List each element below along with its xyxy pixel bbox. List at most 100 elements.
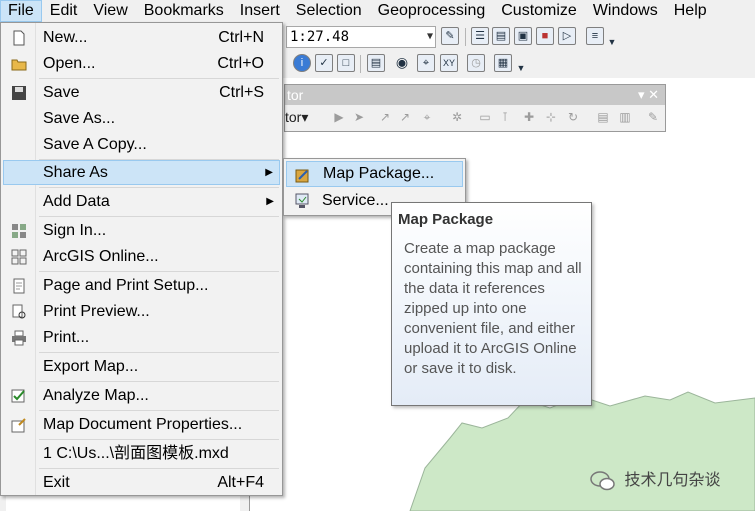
menu-item-label: Share As: [43, 164, 108, 181]
map-scale-combobox[interactable]: 1:27.48 ▼: [286, 26, 436, 48]
file-menu-exit[interactable]: Exit Alt+F4: [3, 470, 280, 496]
file-menu-add-data[interactable]: Add Data ▶: [3, 189, 280, 215]
file-menu-save[interactable]: Save Ctrl+S: [3, 80, 280, 106]
file-menu-arcgis-online[interactable]: ArcGIS Online...: [3, 244, 280, 270]
menu-separator: [39, 410, 279, 411]
measure-icon[interactable]: ▤: [367, 54, 385, 72]
file-menu-save-as[interactable]: Save As...: [3, 106, 280, 132]
file-menu-open[interactable]: Open... Ctrl+O: [3, 51, 280, 77]
menu-item-label: Print...: [43, 329, 90, 346]
menu-geoprocessing[interactable]: Geoprocessing: [370, 0, 494, 22]
python-window-icon[interactable]: ▷: [558, 27, 576, 45]
submenu-map-package[interactable]: Map Package...: [286, 161, 463, 187]
reshape-icon[interactable]: ⊺: [497, 109, 513, 125]
file-menu: New... Ctrl+N Open... Ctrl+O Save Ctrl+S…: [0, 22, 283, 496]
printer-icon: [12, 330, 26, 346]
create-viewer-icon[interactable]: ▦: [494, 54, 512, 72]
straight-segment-icon[interactable]: ↗: [377, 109, 393, 125]
model-builder-icon[interactable]: ≡: [586, 27, 604, 45]
file-menu-export-map[interactable]: Export Map...: [3, 354, 280, 380]
submenu-arrow-icon: ▶: [266, 196, 274, 207]
menu-customize[interactable]: Customize: [493, 0, 585, 22]
editor-toolbar-icon[interactable]: ✎: [441, 27, 459, 45]
analyze-map-icon: [11, 389, 25, 403]
point-icon[interactable]: ✲: [449, 109, 465, 125]
file-menu-print[interactable]: Print...: [3, 325, 280, 351]
submenu-arrow-icon: ▶: [265, 167, 273, 178]
menu-separator: [39, 352, 279, 353]
menu-separator: [39, 468, 279, 469]
menu-file[interactable]: File: [0, 0, 42, 22]
arctoolbox-icon[interactable]: ■: [536, 27, 554, 45]
menu-edit[interactable]: Edit: [42, 0, 86, 22]
xy-icon[interactable]: XY: [440, 54, 458, 72]
menu-insert[interactable]: Insert: [232, 0, 288, 22]
menu-windows[interactable]: Windows: [585, 0, 666, 22]
edit-annotation-icon[interactable]: ➤: [351, 109, 367, 125]
file-menu-sign-in[interactable]: Sign In...: [3, 218, 280, 244]
rotate-icon[interactable]: ↻: [565, 109, 581, 125]
split-icon[interactable]: ⊹: [543, 109, 559, 125]
menu-item-label: Print Preview...: [43, 303, 150, 320]
menu-help[interactable]: Help: [666, 0, 715, 22]
file-menu-new[interactable]: New... Ctrl+N: [3, 25, 280, 51]
menu-item-label: Map Package...: [323, 165, 435, 182]
menu-separator: [39, 439, 279, 440]
end-point-arc-icon[interactable]: ↗: [397, 109, 413, 125]
edit-tool-icon[interactable]: ▶: [331, 109, 347, 125]
file-menu-analyze-map[interactable]: Analyze Map...: [3, 383, 280, 409]
menu-item-label: Exit: [43, 474, 70, 491]
trace-icon[interactable]: ⌖: [419, 109, 435, 125]
menu-separator: [39, 271, 279, 272]
time-slider-icon[interactable]: ◷: [467, 54, 485, 72]
menu-view[interactable]: View: [85, 0, 135, 22]
attributes-icon[interactable]: ▤: [595, 109, 611, 125]
file-menu-page-print-setup[interactable]: Page and Print Setup...: [3, 273, 280, 299]
print-preview-icon: [12, 304, 26, 319]
menu-separator: [39, 78, 279, 79]
binoculars-icon[interactable]: ◉: [393, 54, 411, 72]
editor-dropdown[interactable]: tor▾: [285, 109, 308, 126]
find-icon[interactable]: ✓: [315, 54, 333, 72]
menu-item-label: Page and Print Setup...: [43, 277, 209, 294]
go-to-xy-icon[interactable]: ⌖: [417, 54, 435, 72]
menu-separator: [39, 216, 279, 217]
page-setup-icon: [13, 278, 25, 294]
menu-item-label: New...: [43, 29, 88, 46]
edit-vertices-icon[interactable]: ▭: [477, 109, 493, 125]
menu-item-label: 1 C:\Us...\剖面图模板.mxd: [43, 445, 229, 462]
toolbar-separator: [360, 55, 361, 73]
menu-bookmarks[interactable]: Bookmarks: [136, 0, 232, 22]
map-scale-value: 1:27.48: [290, 29, 350, 45]
menu-item-label: Sign In...: [43, 222, 107, 239]
identify-icon[interactable]: i: [293, 54, 311, 72]
file-menu-recent-file[interactable]: 1 C:\Us...\剖面图模板.mxd: [3, 441, 280, 467]
file-menu-print-preview[interactable]: Print Preview...: [3, 299, 280, 325]
cut-polygons-icon[interactable]: ✚: [521, 109, 537, 125]
editor-toolbar-title[interactable]: tor ▾ ✕: [285, 85, 665, 105]
sketch-properties-icon[interactable]: ▥: [617, 109, 633, 125]
file-menu-save-a-copy[interactable]: Save A Copy...: [3, 132, 280, 158]
menu-item-label: Save A Copy...: [43, 136, 147, 153]
menu-item-shortcut: Alt+F4: [217, 474, 264, 491]
map-package-tooltip: Map Package Create a map package contain…: [391, 202, 592, 406]
editor-window-controls[interactable]: ▾ ✕: [638, 85, 659, 105]
toolbar-overflow-icon[interactable]: ▼: [516, 60, 526, 74]
html-popup-icon[interactable]: □: [337, 54, 355, 72]
menu-item-label: Save: [43, 84, 80, 101]
editor-title-text: tor: [287, 87, 304, 103]
chevron-down-icon[interactable]: ▼: [427, 27, 433, 47]
create-features-icon[interactable]: ✎: [645, 109, 661, 125]
sign-in-icon: [12, 224, 26, 238]
catalog-icon[interactable]: ▤: [492, 27, 510, 45]
menu-item-shortcut: Ctrl+O: [217, 55, 264, 72]
file-menu-share-as[interactable]: Share As ▶: [3, 160, 280, 185]
menu-selection[interactable]: Selection: [288, 0, 370, 22]
menu-item-label: Export Map...: [43, 358, 139, 375]
watermark: 技术几句杂谈: [590, 466, 720, 492]
menu-item-label: Map Document Properties...: [43, 416, 243, 433]
search-window-icon[interactable]: ▣: [514, 27, 532, 45]
toolbar-overflow-icon[interactable]: ▼: [607, 34, 617, 48]
table-of-contents-icon[interactable]: ☰: [471, 27, 489, 45]
file-menu-map-document-properties[interactable]: Map Document Properties...: [3, 412, 280, 438]
